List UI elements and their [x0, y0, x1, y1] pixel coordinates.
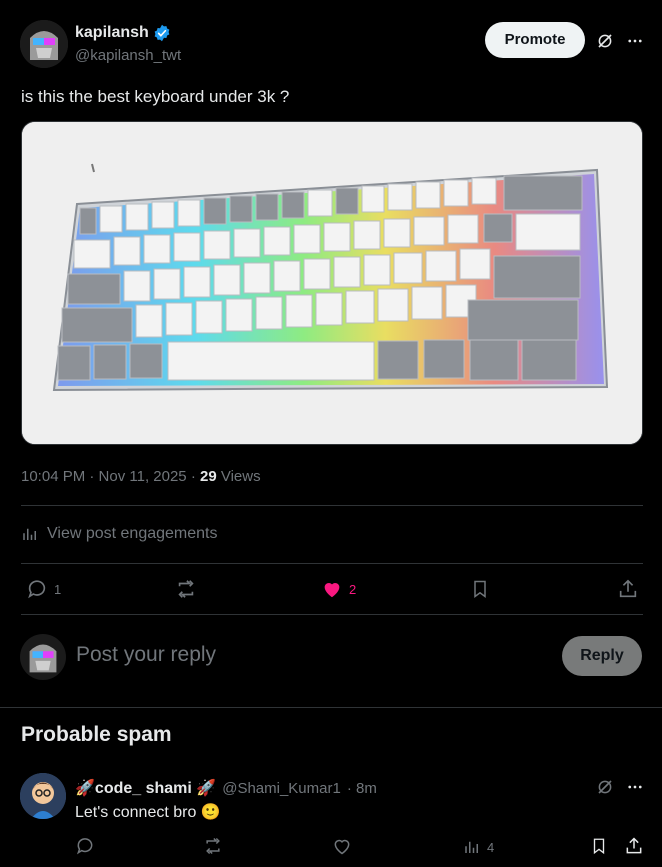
cartoon-avatar-icon [20, 773, 66, 819]
share-action[interactable] [617, 578, 639, 600]
reply-bookmark-action[interactable] [590, 836, 608, 856]
promote-button[interactable]: Promote [485, 22, 585, 58]
author-avatar[interactable] [20, 20, 68, 68]
divider [21, 505, 643, 506]
bookmark-action[interactable] [470, 578, 490, 600]
reply-button[interactable]: Reply [562, 636, 642, 676]
post-meta: 10:04 PM · Nov 11, 2025 · 29 Views [21, 468, 261, 485]
post-text: is this the best keyboard under 3k ? [21, 87, 290, 106]
post-time[interactable]: 10:04 PM · Nov 11, 2025 · [21, 468, 200, 485]
reply-icon [76, 838, 93, 855]
repost-icon [178, 580, 194, 598]
reply-author-handle[interactable]: @Shami_Kumar1 [222, 780, 341, 797]
bookmark-icon [474, 580, 486, 598]
bookmark-icon [593, 838, 605, 855]
view-engagements-link[interactable]: View post engagements [21, 525, 217, 543]
reply-share-action[interactable] [624, 836, 644, 856]
reply-time[interactable]: · 8m [347, 780, 377, 797]
reply-author-avatar[interactable] [20, 773, 66, 819]
share-icon [626, 837, 642, 854]
reply-views-action[interactable]: 4 [463, 838, 494, 856]
probable-spam-heading: Probable spam [21, 723, 172, 746]
views-label: Views [220, 468, 261, 485]
divider [21, 563, 643, 564]
reply-author-name[interactable]: 🚀code_ shami 🚀 [75, 778, 216, 798]
reply-action[interactable]: 1 [26, 578, 61, 600]
robot-avatar-icon [20, 634, 66, 680]
author-handle[interactable]: @kapilansh_twt [75, 47, 181, 64]
author-name[interactable]: kapilansh [75, 24, 149, 42]
reply-views-count: 4 [487, 839, 495, 855]
reply-icon [28, 580, 46, 599]
like-icon [334, 839, 350, 855]
divider [21, 614, 643, 615]
like-count: 2 [349, 581, 357, 597]
robot-avatar-icon [20, 20, 68, 68]
reply-count: 1 [54, 581, 62, 597]
grok-icon[interactable] [594, 776, 616, 798]
more-icon[interactable] [624, 30, 646, 52]
post-image[interactable] [21, 121, 643, 445]
section-divider [0, 707, 662, 708]
view-engagements-label: View post engagements [47, 525, 218, 542]
keyboard-image [22, 122, 642, 444]
reply-input[interactable]: Post your reply [76, 643, 216, 667]
analytics-icon [465, 841, 478, 853]
repost-action[interactable] [174, 578, 198, 600]
verified-badge-icon [154, 24, 170, 42]
reply-text: Let's connect bro 🙂 [75, 804, 221, 821]
share-icon [619, 579, 637, 598]
reply-like-action[interactable] [332, 836, 352, 856]
reply-reply-action[interactable] [75, 836, 95, 856]
like-action[interactable]: 2 [321, 578, 356, 600]
grok-icon[interactable] [594, 30, 616, 52]
views-count: 29 [199, 468, 217, 485]
like-icon [324, 583, 340, 598]
analytics-icon [23, 528, 36, 540]
more-icon[interactable] [624, 776, 646, 798]
reply-repost-action[interactable] [202, 836, 224, 856]
user-avatar[interactable] [20, 634, 66, 680]
repost-icon [206, 837, 220, 855]
